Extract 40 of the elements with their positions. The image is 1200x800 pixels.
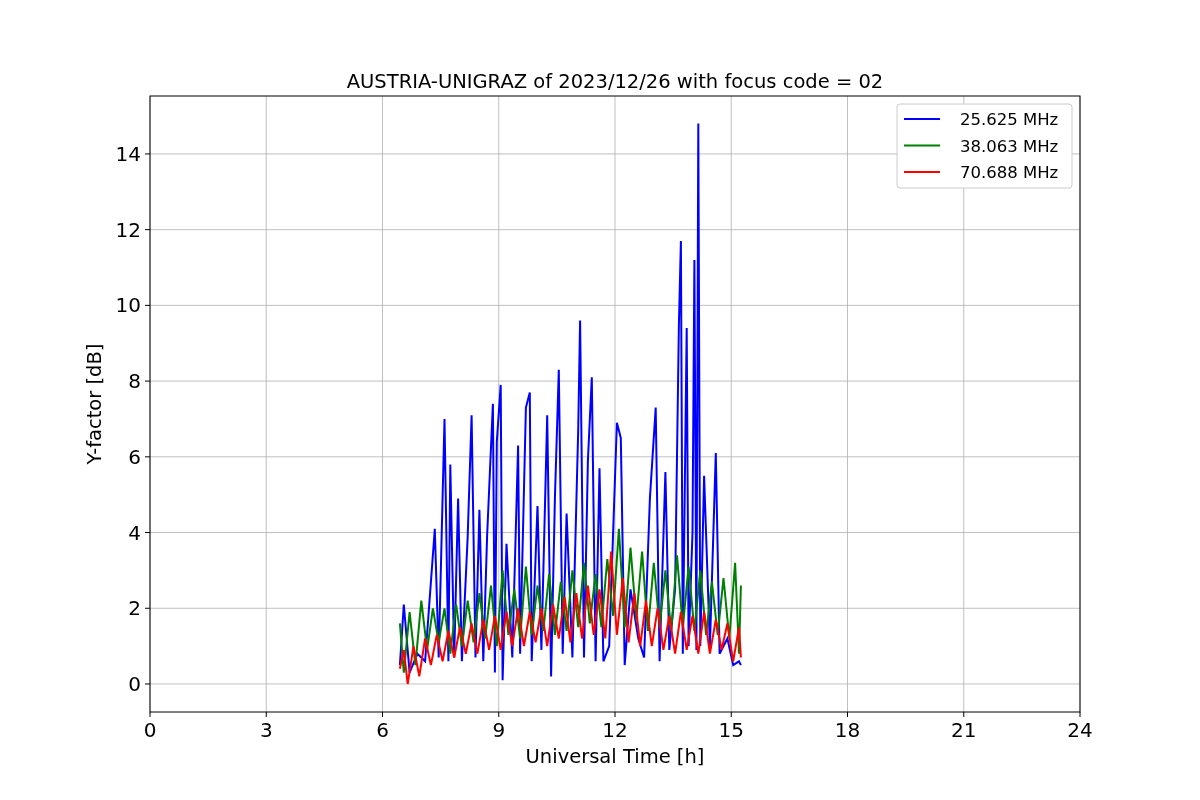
y-tick-label: 6	[128, 444, 141, 469]
tick-mark	[144, 607, 151, 609]
x-tick-label: 24	[1067, 718, 1093, 742]
legend-label: 25.625 MHz	[960, 110, 1059, 129]
tick-mark	[144, 153, 151, 155]
tick-mark	[614, 711, 616, 718]
x-tick-label: 3	[259, 718, 273, 742]
y-axis-label: Y-factor [dB]	[83, 343, 106, 465]
tick-mark	[144, 683, 151, 685]
x-tick-label: 9	[492, 718, 506, 742]
y-tick-label: 14	[115, 141, 141, 166]
x-axis-label: Universal Time [h]	[525, 745, 705, 768]
y-tick-label: 12	[115, 217, 141, 242]
y-tick-label: 0	[128, 672, 141, 696]
y-tick-label: 8	[128, 369, 141, 394]
tick-mark	[963, 711, 965, 718]
tick-mark	[498, 711, 500, 718]
tick-mark	[144, 532, 151, 534]
tick-mark	[382, 711, 383, 718]
chart-title: AUSTRIA-UNIGRAZ of 2023/12/26 with focus code = 02	[346, 70, 884, 93]
tick-mark	[144, 380, 151, 382]
x-tick-label: 12	[602, 718, 628, 742]
x-tick-label: 15	[718, 718, 744, 742]
x-tick-label: 6	[376, 718, 389, 742]
tick-mark	[144, 304, 151, 306]
tick-mark	[1079, 711, 1081, 718]
x-tick-label: 18	[834, 718, 861, 742]
y-tick-label: 4	[128, 520, 141, 545]
y-tick-label: 10	[115, 293, 141, 318]
x-tick-label: 21	[951, 718, 977, 742]
legend-label: 70.688 MHz	[960, 163, 1059, 182]
y-tick-label: 2	[128, 596, 141, 621]
tick-mark	[730, 711, 732, 718]
tick-mark	[847, 711, 848, 718]
tick-mark	[149, 711, 151, 718]
legend-label: 38.063 MHz	[960, 136, 1059, 156]
x-tick-label: 0	[143, 718, 157, 742]
tick-mark	[144, 229, 151, 231]
tick-mark	[265, 711, 267, 718]
tick-mark	[144, 456, 151, 458]
